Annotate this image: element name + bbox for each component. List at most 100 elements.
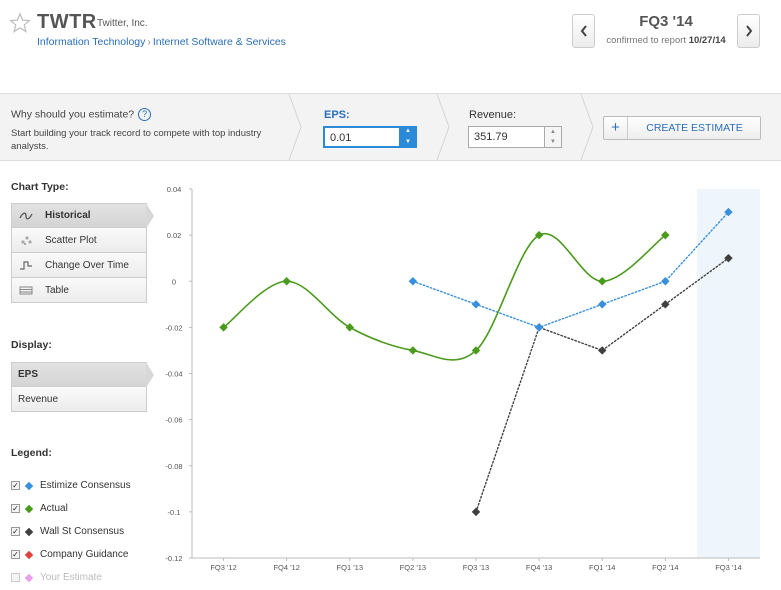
eps-input[interactable]: 0.01 <box>323 126 399 148</box>
series-line-estimize-consensus <box>412 211 730 329</box>
company-name: Twitter, Inc. <box>97 18 148 29</box>
y-tick-label: -0.08 <box>165 462 182 471</box>
chart-type-title: Chart Type: <box>11 181 69 193</box>
checkbox-checked[interactable]: ✓ <box>11 481 20 490</box>
eps-stepper[interactable]: ▲ ▼ <box>399 126 417 148</box>
menu-item-label: Table <box>45 284 69 296</box>
legend-label: Actual <box>40 503 68 514</box>
chart-type-table[interactable]: Table <box>11 278 147 303</box>
company-header: TWTR Twitter, Inc. Information Technolog… <box>0 0 781 92</box>
eps-label: EPS: <box>324 109 350 121</box>
y-tick-label: -0.06 <box>165 416 182 425</box>
data-point-estimize-consensus <box>534 323 544 332</box>
chevron-right-icon <box>745 25 752 37</box>
menu-item-label: Revenue <box>18 393 59 405</box>
menu-item-label: Historical <box>45 210 91 221</box>
start-text: Start building your track record to comp… <box>11 128 262 152</box>
quarter-title: FQ3 '14 <box>639 13 693 30</box>
checkbox-unchecked[interactable]: ✓ <box>11 573 20 582</box>
checkbox-checked[interactable]: ✓ <box>11 550 20 559</box>
wave-icon <box>12 204 40 228</box>
series-line-actual <box>223 232 666 361</box>
legend-wall-st-consensus[interactable]: ✓ Wall St Consensus <box>11 520 161 543</box>
data-point-actual <box>408 346 418 355</box>
why-label: Why should you estimate? <box>11 108 135 121</box>
diamond-icon <box>24 527 34 536</box>
create-estimate-button[interactable]: + CREATE ESTIMATE <box>603 116 761 140</box>
legend-actual[interactable]: ✓ Actual <box>11 497 161 520</box>
breadcrumb-separator: › <box>147 36 151 48</box>
why-estimate: Why should you estimate?? <box>11 108 152 121</box>
data-point-actual <box>282 277 291 286</box>
chart-type-scatter[interactable]: Scatter Plot <box>11 228 147 253</box>
data-point-estimize-consensus <box>408 277 418 286</box>
diamond-icon <box>24 504 34 513</box>
highlight-column <box>696 189 760 558</box>
y-tick-label: -0.02 <box>165 323 182 332</box>
x-tick-label: FQ2 '13 <box>400 563 426 572</box>
legend-label: Estimize Consensus <box>40 480 131 491</box>
legend-your-estimate[interactable]: ✓ Your Estimate <box>11 566 161 589</box>
create-estimate-label: CREATE ESTIMATE <box>646 122 743 134</box>
x-tick-label: FQ3 '14 <box>715 563 741 572</box>
help-icon[interactable]: ? <box>138 108 152 121</box>
legend-label: Wall St Consensus <box>40 526 125 537</box>
previous-quarter-button[interactable] <box>572 14 595 48</box>
star-icon[interactable] <box>9 12 31 34</box>
chart-type-menu: Historical Scatter Plot Change Over Time… <box>11 203 154 303</box>
diamond-icon <box>24 481 34 490</box>
legend: ✓ Estimize Consensus ✓ Actual ✓ Wall St … <box>11 474 161 589</box>
chart-svg: 0.04 0.02 0 -0.02 -0.04 -0.06 -0.08 -0.1 -0.12 FQ… <box>165 185 760 572</box>
display-eps[interactable]: EPS <box>11 362 154 388</box>
display-title: Display: <box>11 339 52 351</box>
y-tick-label: 0.02 <box>167 231 182 240</box>
chart-type-change-over-time[interactable]: Change Over Time <box>11 253 147 278</box>
chevron-left-icon <box>580 25 587 37</box>
chart-type-historical[interactable]: Historical <box>11 203 154 229</box>
y-tick-label: -0.12 <box>165 554 182 563</box>
y-tick-label: 0.04 <box>167 185 182 194</box>
stepper-down-icon[interactable]: ▼ <box>399 137 417 148</box>
revenue-input[interactable]: 351.79 <box>468 126 544 148</box>
next-quarter-button[interactable] <box>737 14 760 48</box>
step-icon <box>12 253 40 277</box>
stepper-up-icon[interactable]: ▲ <box>545 127 561 137</box>
ticker-symbol: TWTR <box>37 11 97 33</box>
menu-item-label: EPS <box>18 369 39 380</box>
data-point-actual <box>597 277 607 286</box>
divider-arrow <box>580 94 594 160</box>
x-tick-label: FQ2 '14 <box>652 563 678 572</box>
legend-title: Legend: <box>11 447 52 459</box>
legend-label: Company Guidance <box>40 549 129 560</box>
data-point-wall-st-consensus <box>471 507 481 517</box>
stepper-down-icon[interactable]: ▼ <box>545 137 561 147</box>
diamond-icon <box>24 573 34 582</box>
report-date: confirmed to report 10/27/14 <box>596 35 736 46</box>
display-revenue[interactable]: Revenue <box>11 387 147 412</box>
revenue-stepper[interactable]: ▲ ▼ <box>544 126 562 148</box>
scatter-icon <box>12 228 40 252</box>
y-tick-label: 0 <box>172 277 176 286</box>
divider-arrow <box>436 94 450 160</box>
legend-company-guidance[interactable]: ✓ Company Guidance <box>11 543 161 566</box>
x-tick-label: FQ1 '13 <box>337 563 363 572</box>
x-tick-label: FQ1 '14 <box>589 563 615 572</box>
revenue-label: Revenue: <box>469 109 517 121</box>
x-tick-label: FQ4 '13 <box>526 563 552 572</box>
industry-link[interactable]: Internet Software & Services <box>153 36 286 48</box>
sector-link[interactable]: Information Technology <box>37 36 145 48</box>
checkbox-checked[interactable]: ✓ <box>11 504 20 513</box>
confirm-prefix: confirmed to report <box>606 35 687 46</box>
menu-item-label: Change Over Time <box>45 259 129 271</box>
checkbox-checked[interactable]: ✓ <box>11 527 20 536</box>
y-tick-label: -0.04 <box>165 370 182 379</box>
data-point-estimize-consensus <box>471 300 481 309</box>
legend-estimize-consensus[interactable]: ✓ Estimize Consensus <box>11 474 161 497</box>
diamond-icon <box>24 550 34 559</box>
eps-chart: 0.04 0.02 0 -0.02 -0.04 -0.06 -0.08 -0.1 -0.12 FQ… <box>160 178 781 582</box>
breadcrumb: Information Technology › Internet Software… <box>37 36 286 48</box>
x-tick-label: FQ3 '13 <box>463 563 489 572</box>
y-tick-label: -0.1 <box>168 508 181 517</box>
x-tick-label: FQ3 '12 <box>210 563 236 572</box>
stepper-up-icon[interactable]: ▲ <box>399 126 417 137</box>
